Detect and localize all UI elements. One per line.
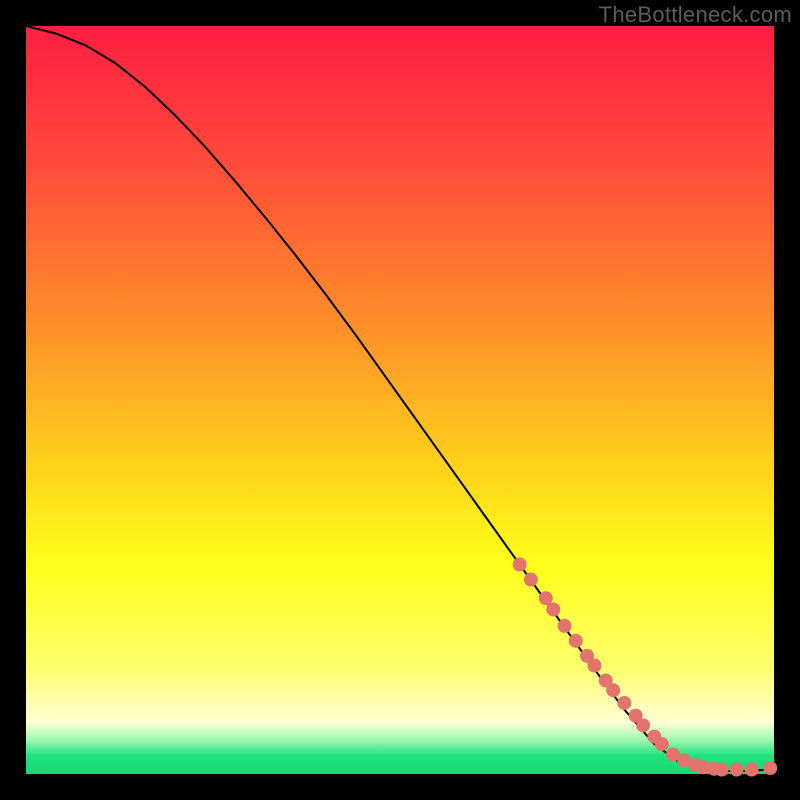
data-point bbox=[745, 763, 759, 777]
data-point bbox=[606, 683, 620, 697]
data-point bbox=[715, 763, 729, 777]
data-point bbox=[546, 602, 560, 616]
data-point bbox=[730, 763, 744, 777]
data-point bbox=[513, 558, 527, 572]
data-point bbox=[558, 619, 572, 633]
watermark-text: TheBottleneck.com bbox=[599, 2, 792, 28]
chart-stage: TheBottleneck.com bbox=[0, 0, 800, 800]
data-point bbox=[569, 634, 583, 648]
data-point bbox=[763, 761, 777, 775]
data-point bbox=[587, 659, 601, 673]
data-point bbox=[636, 718, 650, 732]
data-point bbox=[524, 573, 538, 587]
data-point bbox=[617, 696, 631, 710]
gradient-background bbox=[26, 26, 774, 774]
data-point bbox=[655, 737, 669, 751]
bottleneck-chart bbox=[0, 0, 800, 800]
